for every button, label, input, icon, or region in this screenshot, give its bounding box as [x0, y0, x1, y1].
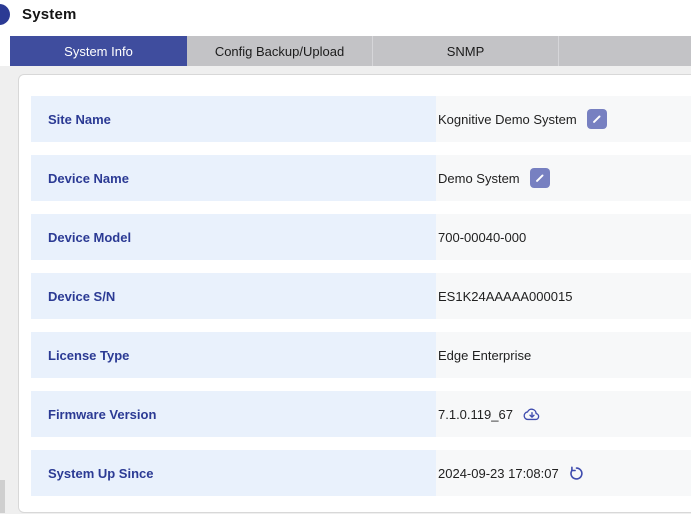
row-label: Site Name [31, 96, 436, 142]
row-label: Device Model [31, 214, 436, 260]
tab-config-backup-upload[interactable]: Config Backup/Upload [187, 36, 373, 66]
refresh-button[interactable] [569, 466, 584, 481]
row-value: 2024-09-23 17:08:07 [436, 450, 691, 496]
row-value: Demo System [436, 155, 691, 201]
tab-snmp[interactable]: SNMP [373, 36, 559, 66]
info-row-device-model: Device Model 700-00040-000 [31, 214, 691, 260]
scrollbar-thumb[interactable] [0, 480, 5, 513]
system-info-card: Site Name Kognitive Demo System Device N… [18, 74, 691, 513]
row-value-text: Kognitive Demo System [438, 112, 577, 127]
tab-bar: System Info Config Backup/Upload SNMP [10, 36, 691, 66]
refresh-icon [569, 466, 584, 481]
tab-label: Config Backup/Upload [215, 44, 344, 59]
page-header: System [0, 0, 691, 36]
pencil-icon [533, 171, 547, 185]
firmware-download-button[interactable] [523, 406, 541, 423]
row-value-text: 700-00040-000 [438, 230, 526, 245]
content-area: Site Name Kognitive Demo System Device N… [0, 66, 691, 514]
row-value: ES1K24AAAAA000015 [436, 273, 691, 319]
info-rows: Site Name Kognitive Demo System Device N… [31, 96, 691, 496]
row-value: Edge Enterprise [436, 332, 691, 378]
info-row-license-type: License Type Edge Enterprise [31, 332, 691, 378]
system-icon [0, 4, 10, 25]
edit-button[interactable] [530, 168, 550, 188]
row-value-text: ES1K24AAAAA000015 [438, 289, 572, 304]
row-label: System Up Since [31, 450, 436, 496]
tab-label: System Info [64, 44, 133, 59]
system-page: System System Info Config Backup/Upload … [0, 0, 691, 523]
tab-system-info[interactable]: System Info [10, 36, 187, 66]
info-row-device-name: Device Name Demo System [31, 155, 691, 201]
row-value-text: Edge Enterprise [438, 348, 531, 363]
row-value: 7.1.0.119_67 [436, 391, 691, 437]
page-title: System [22, 6, 77, 23]
row-value: 700-00040-000 [436, 214, 691, 260]
tab-label: SNMP [447, 44, 485, 59]
info-row-firmware-version: Firmware Version 7.1.0.119_67 [31, 391, 691, 437]
row-label: Firmware Version [31, 391, 436, 437]
info-row-system-up-since: System Up Since 2024-09-23 17:08:07 [31, 450, 691, 496]
row-value-text: 7.1.0.119_67 [438, 407, 513, 422]
row-value-text: Demo System [438, 171, 520, 186]
row-label: License Type [31, 332, 436, 378]
row-label: Device Name [31, 155, 436, 201]
info-row-site-name: Site Name Kognitive Demo System [31, 96, 691, 142]
row-label: Device S/N [31, 273, 436, 319]
row-value: Kognitive Demo System [436, 96, 691, 142]
cloud-download-icon [523, 406, 541, 423]
edit-button[interactable] [587, 109, 607, 129]
pencil-icon [590, 112, 604, 126]
row-value-text: 2024-09-23 17:08:07 [438, 466, 559, 481]
info-row-device-s-n: Device S/N ES1K24AAAAA000015 [31, 273, 691, 319]
